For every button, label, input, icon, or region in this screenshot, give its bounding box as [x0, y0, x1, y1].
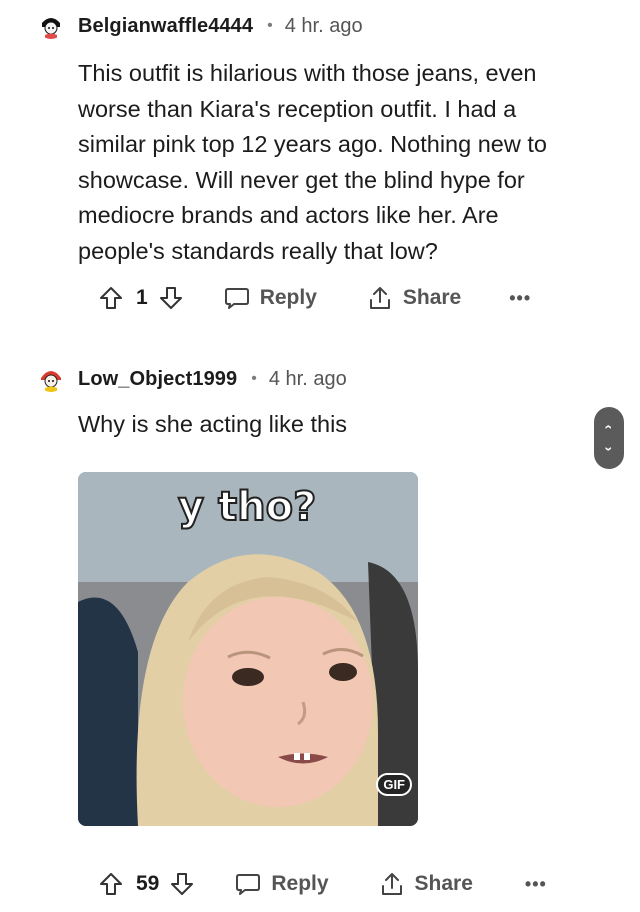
comment-header: Belgianwaffle4444 • 4 hr. ago	[38, 8, 363, 44]
separator-dot: •	[251, 370, 257, 387]
speech-bubble-icon	[224, 288, 249, 309]
comment-body: Why is she acting like this	[78, 411, 348, 437]
comment-header: Low_Object1999 • 4 hr. ago	[38, 361, 347, 397]
share-arrow-icon	[381, 873, 402, 895]
reply-button[interactable]: Reply	[235, 871, 329, 897]
separator-dot: •	[267, 17, 273, 34]
reply-label: Reply	[271, 872, 329, 895]
gif-badge: GIF	[376, 773, 412, 796]
vote-score: 59	[136, 872, 160, 895]
reply-label: Reply	[259, 286, 317, 309]
user-avatar[interactable]	[38, 366, 64, 392]
upvote-arrow-icon[interactable]	[98, 871, 124, 897]
username[interactable]: Belgianwaffle4444	[78, 15, 253, 38]
comment-actions: 1 Reply Share •••	[98, 278, 531, 318]
share-button[interactable]: Share	[379, 871, 473, 897]
more-options-button[interactable]: •••	[525, 874, 547, 895]
downvote-arrow-icon[interactable]	[158, 285, 184, 311]
reply-button[interactable]: Reply	[224, 285, 317, 311]
upvote-arrow-icon[interactable]	[98, 285, 124, 311]
timestamp: 4 hr. ago	[284, 14, 363, 37]
comment-body: This outfit is hilarious with those jean…	[78, 60, 547, 264]
comment-actions: 59 Reply Share •••	[98, 864, 547, 904]
username[interactable]: Low_Object1999	[78, 368, 237, 391]
downvote-arrow-icon[interactable]	[169, 871, 195, 897]
chevron-down-icon[interactable]: ›	[601, 447, 617, 452]
gif-caption: y tho?	[177, 483, 317, 531]
vote-score: 1	[136, 286, 148, 309]
user-avatar[interactable]	[38, 13, 64, 39]
gif-image[interactable]: y tho? GIF	[78, 472, 418, 826]
timestamp: 4 hr. ago	[268, 367, 347, 390]
comment-navigation-control[interactable]: ‹ ›	[594, 407, 624, 469]
share-arrow-icon	[369, 287, 390, 309]
speech-bubble-icon	[236, 874, 261, 895]
chevron-up-icon[interactable]: ‹	[601, 425, 617, 430]
share-label: Share	[402, 286, 462, 309]
more-options-button[interactable]: •••	[509, 288, 531, 309]
share-button[interactable]: Share	[367, 285, 461, 311]
share-label: Share	[414, 872, 473, 895]
